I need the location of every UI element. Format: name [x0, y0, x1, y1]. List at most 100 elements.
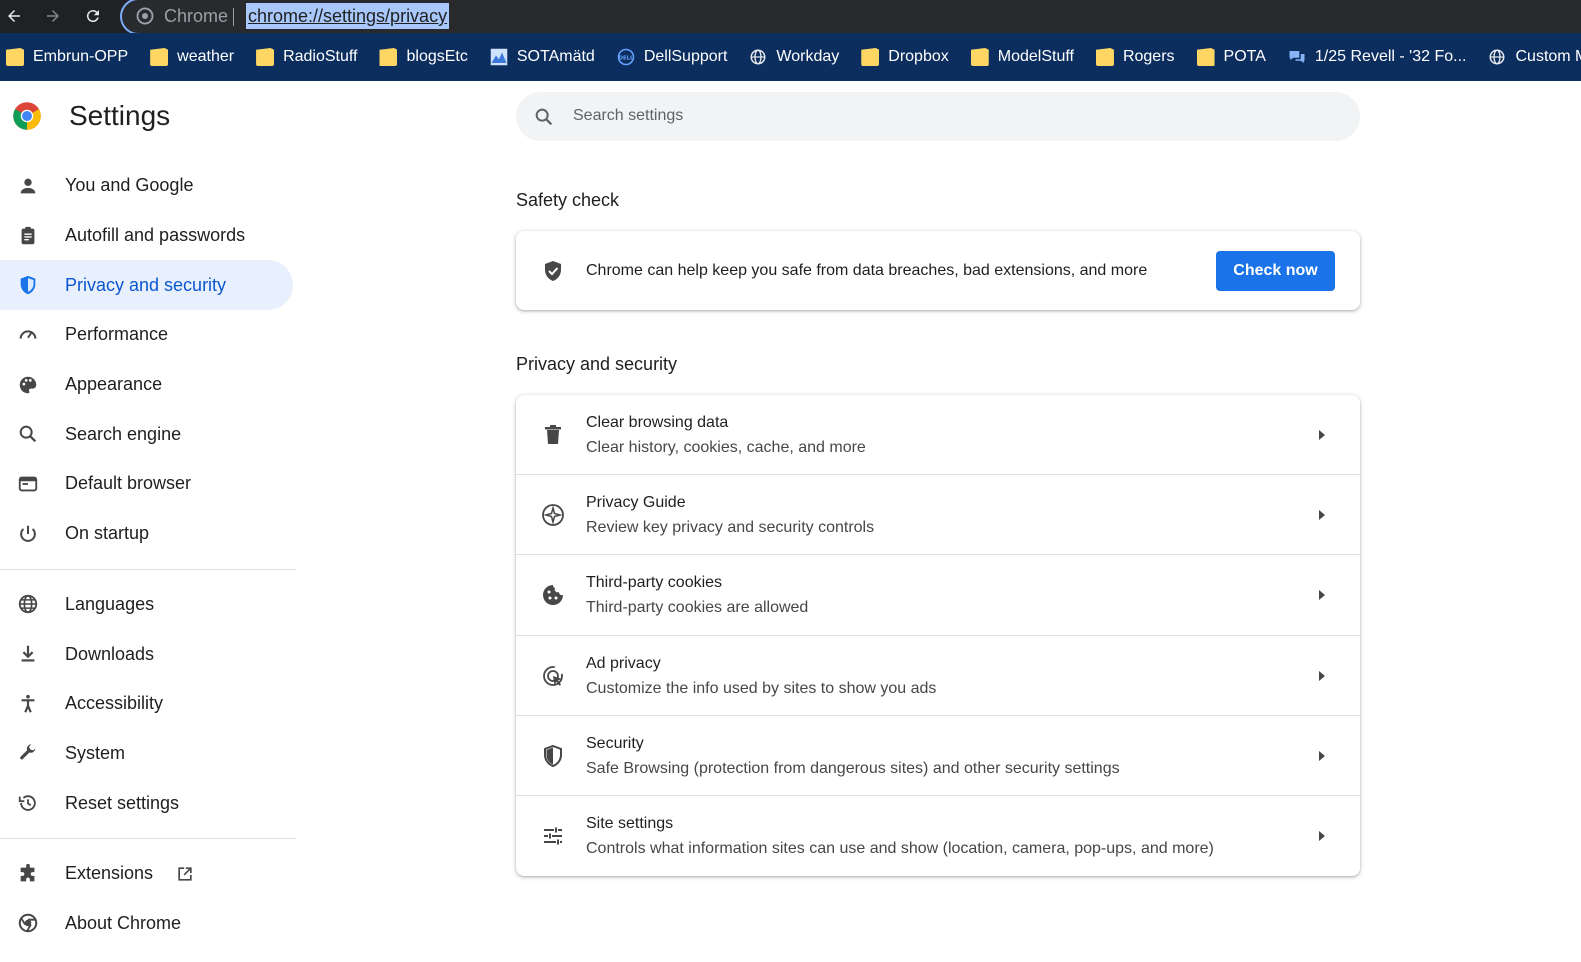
back-arrow-icon — [8, 10, 20, 22]
privacy-row-ad-privacy[interactable]: Ad privacy Customize the info used by sit… — [516, 636, 1360, 716]
folder-icon — [970, 48, 989, 66]
bookmark-item[interactable]: blogsEtc — [379, 41, 468, 73]
bookmark-item[interactable]: DELL DellSupport — [617, 41, 727, 73]
bookmark-item[interactable]: RadioStuff — [256, 41, 357, 73]
row-title: Security — [586, 734, 644, 752]
privacy-row-security[interactable]: Security Safe Browsing (protection from d… — [516, 716, 1360, 796]
forward-arrow-icon — [47, 10, 59, 22]
compass-icon — [542, 504, 564, 527]
url-text[interactable]: chrome://settings/privacy — [246, 3, 450, 29]
row-subtitle: Customize the info used by sites to show… — [586, 679, 937, 697]
search-placeholder: Search settings — [573, 107, 684, 124]
sidebar-item-accessibility[interactable]: Accessibility — [0, 679, 293, 729]
sidebar-item-performance[interactable]: Performance — [0, 310, 293, 360]
sidebar-icon-wrap — [17, 175, 39, 197]
sidebar-icon-wrap — [17, 643, 39, 665]
bookmark-item[interactable]: 1/25 Revell - '32 Fo... — [1288, 41, 1467, 73]
bookmark-label: Workday — [776, 48, 840, 65]
puzzle-icon — [20, 863, 35, 882]
sidebar-item-reset-settings[interactable]: Reset settings — [0, 778, 293, 828]
chrome-logo-icon — [13, 102, 41, 130]
sidebar-item-you-and-google[interactable]: You and Google — [0, 161, 293, 211]
history-icon — [18, 795, 36, 811]
bookmark-item[interactable]: Rogers — [1095, 41, 1175, 73]
bookmarks-bar: Embrun-OPP weather RadioStuff blogsEtc SOTAm… — [0, 33, 1581, 81]
sidebar-item-label: Accessibility — [65, 693, 164, 714]
privacy-row-site-settings[interactable]: Site settings Controls what information s… — [516, 796, 1360, 876]
address-bar[interactable]: Chrome chrome://settings/privacy — [120, 0, 1581, 35]
bookmark-item[interactable]: weather — [150, 41, 234, 73]
privacy-row-privacy-guide[interactable]: Privacy Guide Review key privacy and secu… — [516, 475, 1360, 556]
ad-target-icon — [543, 665, 563, 686]
sidebar-icon-wrap — [17, 374, 39, 396]
sidebar-divider — [0, 837, 296, 839]
safety-check-heading: Safety check — [516, 190, 620, 210]
sidebar-item-appearance[interactable]: Appearance — [0, 360, 293, 410]
bookmark-label: 1/25 Revell - '32 Fo... — [1314, 48, 1467, 65]
sidebar-icon-wrap — [17, 863, 39, 885]
chevron-right-icon — [1319, 590, 1325, 601]
sidebar-item-system[interactable]: System — [0, 729, 293, 779]
sidebar-item-downloads[interactable]: Downloads — [0, 629, 293, 679]
sidebar-item-search-engine[interactable]: Search engine — [0, 409, 293, 459]
globe-icon — [1489, 49, 1505, 65]
bookmark-item[interactable]: SOTAmätd — [490, 41, 595, 73]
bookmark-label: ModelStuff — [997, 48, 1074, 65]
shield-check-icon — [545, 261, 561, 281]
folder-icon — [6, 48, 24, 66]
browser-toolbar: Chrome chrome://settings/privacy — [0, 0, 1581, 35]
bookmark-item[interactable]: Dropbox — [861, 41, 949, 73]
sidebar-item-languages[interactable]: Languages — [0, 580, 293, 630]
sidebar-item-label: Default browser — [65, 473, 192, 494]
sidebar-icon-wrap — [17, 593, 39, 615]
privacy-row-clear-browsing-data[interactable]: Clear browsing data Clear history, cookie… — [516, 395, 1360, 476]
row-title: Clear browsing data — [586, 414, 729, 431]
bookmark-item[interactable]: Custom Model Sc — [1488, 41, 1581, 73]
svg-text:DELL: DELL — [618, 55, 633, 61]
bookmark-label: Embrun-OPP — [33, 48, 129, 65]
trash-icon — [545, 425, 561, 444]
sidebar-item-default-browser[interactable]: Default browser — [0, 459, 293, 509]
row-subtitle: Controls what information sites can use … — [586, 839, 1214, 857]
privacy-row-third-party-cookies[interactable]: Third-party cookies Third-party cookies a… — [516, 555, 1360, 636]
chrome-icon — [18, 914, 38, 933]
sidebar-item-about-chrome[interactable]: About Chrome — [0, 899, 293, 949]
sidebar-item-label: On startup — [65, 523, 150, 544]
download-icon — [21, 645, 35, 662]
folder-icon — [861, 48, 880, 66]
bookmark-item[interactable]: POTA — [1196, 41, 1266, 73]
safety-check-card: Chrome can help keep you safe from data … — [516, 231, 1360, 310]
check-now-button[interactable]: Check now — [1216, 251, 1335, 291]
bookmark-label: Rogers — [1122, 48, 1175, 65]
chrome-icon — [136, 7, 154, 25]
search-icon — [19, 425, 37, 443]
back-button[interactable] — [1, 4, 27, 28]
folder-icon — [379, 48, 398, 66]
browser-icon — [18, 476, 38, 492]
open-in-new-icon — [178, 867, 192, 881]
sidebar-icon-wrap — [17, 693, 39, 715]
row-subtitle: Third-party cookies are allowed — [586, 599, 809, 617]
sidebar-item-autofill-and-passwords[interactable]: Autofill and passwords — [0, 211, 293, 261]
bookmark-item[interactable]: Workday — [749, 41, 839, 73]
cookie-icon — [543, 585, 563, 606]
sidebar-item-on-startup[interactable]: On startup — [0, 509, 293, 559]
sidebar-icon-wrap — [17, 274, 39, 296]
sidebar-item-extensions[interactable]: Extensions — [0, 849, 293, 899]
sidebar-item-privacy-and-security[interactable]: Privacy and security — [0, 260, 293, 311]
bookmark-label: blogsEtc — [406, 48, 468, 65]
row-subtitle: Review key privacy and security controls — [586, 519, 875, 537]
page-title: Settings — [69, 100, 171, 131]
bookmark-item[interactable]: ModelStuff — [970, 41, 1074, 73]
privacy-security-heading: Privacy and security — [516, 354, 678, 374]
sidebar-icon-wrap — [17, 473, 39, 495]
sidebar-item-label: Reset settings — [65, 792, 180, 813]
sidebar-divider — [0, 568, 296, 570]
clipboard-icon — [21, 226, 35, 244]
chat-icon — [1289, 51, 1305, 63]
forward-button[interactable] — [40, 4, 66, 28]
search-settings-field[interactable]: Search settings — [516, 92, 1360, 141]
reload-button[interactable] — [80, 4, 106, 28]
chevron-right-icon — [1319, 830, 1325, 841]
bookmark-item[interactable]: Embrun-OPP — [6, 41, 128, 73]
